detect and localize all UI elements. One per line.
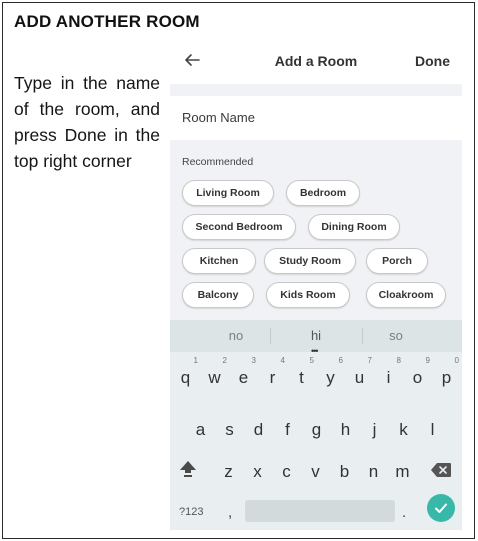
key-z[interactable]: z [214, 456, 243, 488]
key-l[interactable]: l [418, 414, 447, 446]
key-label: q [180, 368, 191, 387]
recommended-section: Recommended Living Room Bedroom Second B… [170, 140, 462, 320]
room-chip-balcony[interactable]: Balcony [182, 282, 254, 308]
comma-key[interactable]: , [228, 504, 232, 521]
key-r[interactable]: r4 [258, 356, 287, 394]
room-chip-dining-room[interactable]: Dining Room [308, 214, 400, 240]
recommended-label: Recommended [182, 156, 254, 168]
key-number-hint: 1 [193, 356, 198, 365]
key-e[interactable]: e3 [229, 356, 258, 394]
section-heading: ADD ANOTHER ROOM [14, 12, 200, 31]
key-c[interactable]: c [272, 456, 301, 488]
key-label: v [311, 462, 320, 481]
period-key[interactable]: . [402, 504, 406, 521]
key-number-hint: 0 [454, 356, 459, 365]
key-x[interactable]: x [243, 456, 272, 488]
more-suggestions-icon: ••• [311, 346, 319, 356]
room-chip-second-bedroom[interactable]: Second Bedroom [182, 214, 296, 240]
backspace-icon[interactable] [430, 462, 452, 478]
app-bar: Add a Room Done [170, 40, 462, 84]
key-n[interactable]: n [359, 456, 388, 488]
key-j[interactable]: j [360, 414, 389, 446]
key-label: e [238, 368, 249, 387]
key-label: r [269, 368, 276, 387]
key-s[interactable]: s [215, 414, 244, 446]
key-number-hint: 9 [425, 356, 430, 365]
key-v[interactable]: v [301, 456, 330, 488]
key-label: p [441, 368, 452, 387]
key-number-hint: 2 [222, 356, 227, 365]
key-number-hint: 4 [280, 356, 285, 365]
key-label: a [195, 420, 206, 439]
key-label: s [225, 420, 234, 439]
key-p[interactable]: p0 [432, 356, 461, 394]
key-label: g [311, 420, 322, 439]
shift-icon[interactable] [178, 458, 198, 480]
key-label: t [299, 368, 304, 387]
divider [270, 328, 271, 344]
key-label: j [372, 420, 377, 439]
key-label: x [253, 462, 262, 481]
space-key[interactable] [245, 500, 395, 522]
key-label: l [430, 420, 435, 439]
phone-screen: Add a Room Done Recommended Living Room … [170, 40, 462, 530]
key-label: c [282, 462, 291, 481]
key-label: k [399, 420, 408, 439]
key-number-hint: 8 [396, 356, 401, 365]
key-b[interactable]: b [330, 456, 359, 488]
key-w[interactable]: w2 [200, 356, 229, 394]
suggestion-bar: no hi so ••• [170, 320, 462, 356]
key-d[interactable]: d [244, 414, 273, 446]
key-number-hint: 5 [309, 356, 314, 365]
room-chip-bedroom[interactable]: Bedroom [286, 180, 360, 206]
room-chip-cloakroom[interactable]: Cloakroom [366, 282, 446, 308]
symbols-key[interactable]: ?123 [179, 506, 203, 518]
key-label: u [354, 368, 365, 387]
key-label: f [285, 420, 290, 439]
divider [170, 84, 462, 96]
room-name-input[interactable] [182, 110, 442, 125]
room-chip-study-room[interactable]: Study Room [264, 248, 356, 274]
key-o[interactable]: o9 [403, 356, 432, 394]
key-label: d [253, 420, 264, 439]
room-chip-kitchen[interactable]: Kitchen [182, 248, 256, 274]
key-label: z [224, 462, 233, 481]
room-chip-kids-room[interactable]: Kids Room [266, 282, 350, 308]
key-label: h [340, 420, 351, 439]
key-label: n [368, 462, 379, 481]
key-label: o [412, 368, 423, 387]
key-label: b [339, 462, 350, 481]
key-g[interactable]: g [302, 414, 331, 446]
key-number-hint: 6 [338, 356, 343, 365]
suggestion-so[interactable]: so [356, 328, 436, 343]
key-k[interactable]: k [389, 414, 418, 446]
checkmark-icon [435, 503, 447, 513]
room-chip-living-room[interactable]: Living Room [182, 180, 274, 206]
key-number-hint: 7 [367, 356, 372, 365]
suggestion-no[interactable]: no [196, 328, 276, 343]
key-t[interactable]: t5 [287, 356, 316, 394]
key-i[interactable]: i8 [374, 356, 403, 394]
key-q[interactable]: q1 [171, 356, 200, 394]
keyboard: no hi so ••• q1w2e3r4t5y6u7i8o9p0 asdfgh… [170, 320, 462, 530]
key-f[interactable]: f [273, 414, 302, 446]
key-label: y [326, 368, 335, 387]
room-name-row [170, 96, 462, 140]
done-button[interactable]: Done [415, 53, 450, 69]
instruction-text: Type in the name of the room, and press … [14, 73, 160, 171]
key-label: i [386, 368, 391, 387]
key-a[interactable]: a [186, 414, 215, 446]
key-number-hint: 3 [251, 356, 256, 365]
key-m[interactable]: m [388, 456, 417, 488]
key-h[interactable]: h [331, 414, 360, 446]
enter-key[interactable] [427, 494, 455, 522]
suggestion-hi[interactable]: hi [276, 328, 356, 343]
key-y[interactable]: y6 [316, 356, 345, 394]
key-label: m [395, 462, 410, 481]
room-chip-porch[interactable]: Porch [366, 248, 428, 274]
key-label: w [208, 368, 221, 387]
key-u[interactable]: u7 [345, 356, 374, 394]
